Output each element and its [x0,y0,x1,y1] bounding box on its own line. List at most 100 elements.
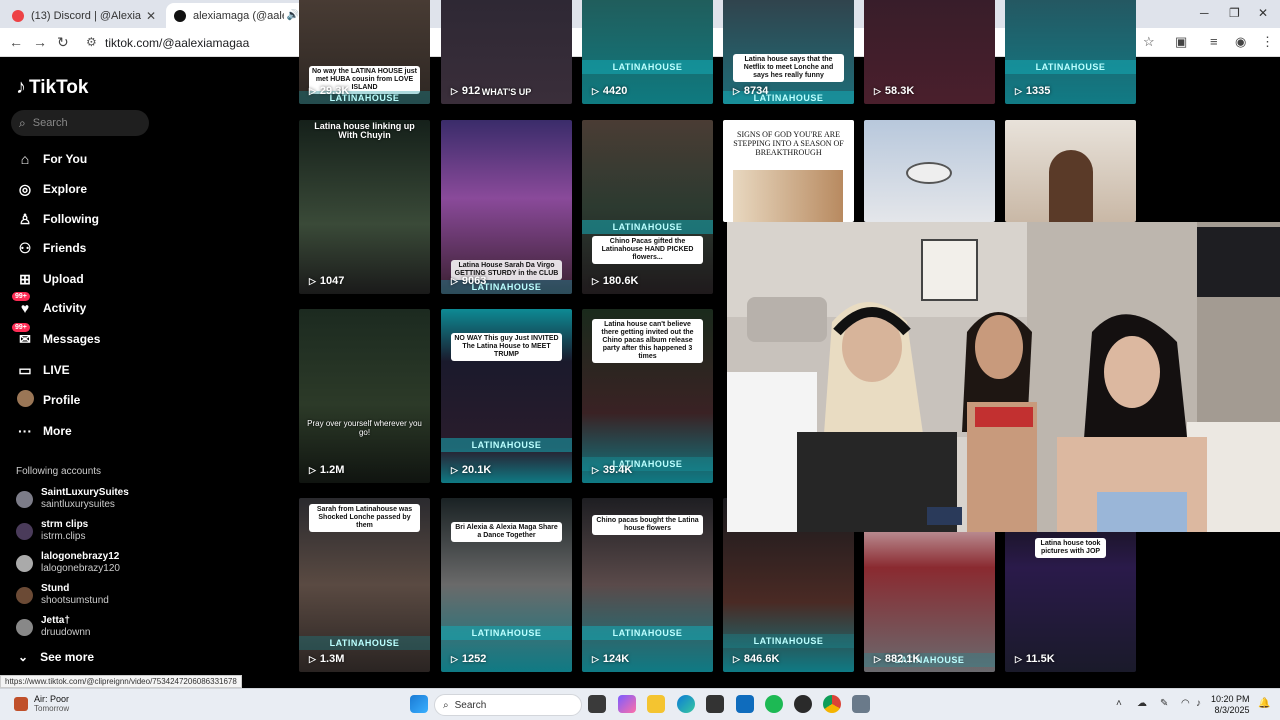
cloud-icon[interactable]: ☁ [1137,698,1147,709]
see-more-label: See more [40,650,95,664]
video-tile[interactable] [864,120,995,222]
video-tile[interactable]: SIGNS OF GOD YOU'RE ARE STEPPING INTO A … [723,120,854,222]
volume-icon[interactable]: ♪ [1196,698,1201,709]
video-caption: Latina house took pictures with JOP [1035,538,1106,558]
brand-label: LATINAHOUSE [1005,60,1136,74]
speaker-icon[interactable]: 🔊 [286,10,298,21]
nav-friends[interactable]: ⚇ Friends [16,237,87,259]
video-tile[interactable]: Latina house linking up With Chuyin ▷ 104… [299,120,430,294]
obs-icon[interactable] [794,695,812,713]
taskbar-search-label: Search [454,699,487,711]
brand-label: LATINAHOUSE [582,626,713,640]
video-caption: Chino Pacas gifted the Latinahouse HAND … [592,236,703,264]
close-window-button[interactable]: ✕ [1258,6,1268,20]
account-item[interactable]: Stund shootsumstund [16,583,109,607]
video-tile[interactable]: WHAT'S UP ▷ 912 [441,0,572,104]
video-tile[interactable]: LATINAHOUSE ▷ 4420 [582,0,713,104]
see-more-button[interactable]: ⌄ See more [18,650,94,664]
minimize-button[interactable]: ─ [1200,6,1209,20]
account-name: SaintLuxurySuites [41,487,129,498]
pen-icon[interactable]: ✎ [1160,698,1168,709]
search-icon: ⌕ [19,115,26,130]
video-caption: Latina house says that the Netflix to me… [733,54,844,82]
video-tile[interactable]: LATINAHOUSE Chino Pacas gifted the Latin… [582,120,713,294]
settings-icon[interactable] [852,695,870,713]
downloads-icon[interactable]: ≡ [1210,34,1218,49]
nav-live[interactable]: ▭ LIVE [16,359,69,381]
activity-icon: ♥ 99+ [12,292,34,316]
spotify-icon[interactable] [765,695,783,713]
tab-discord[interactable]: (13) Discord | @AlexiaMaga ✕ [4,3,164,28]
account-name: strm clips [41,519,89,530]
account-handle: saintluxurysuites [41,499,115,510]
video-tile[interactable] [1005,120,1136,222]
menu-icon[interactable]: ⋮ [1261,34,1274,50]
video-tile[interactable]: NO WAY This guy Just INVITED The Latina … [441,309,572,483]
chevron-up-icon[interactable]: ˄ [1116,698,1122,709]
account-item[interactable]: lalogonebrazy12 lalogonebrazy120 [16,551,120,575]
nav-messages[interactable]: ✉ 99+ Messages [12,322,100,350]
close-tab-icon[interactable]: ✕ [146,9,156,23]
wifi-icon[interactable]: ◠ [1181,698,1190,709]
nav-for-you[interactable]: ⌂ For You [16,148,87,170]
account-item[interactable]: SaintLuxurySuites saintluxurysuites [16,487,129,511]
nav-label: Profile [43,393,81,407]
outlook-icon[interactable] [736,695,754,713]
video-tile[interactable]: No way the LATINA HOUSE just met HUBA co… [299,0,430,104]
video-caption: SIGNS OF GOD YOU'RE ARE STEPPING INTO A … [733,130,844,157]
copilot-icon[interactable] [618,695,636,713]
file-explorer-icon[interactable] [647,695,665,713]
forward-icon[interactable]: → [33,34,47,50]
compass-icon: ◎ [18,180,32,197]
video-tile[interactable]: Sarah from Latinahouse was Shocked Lonch… [299,498,430,672]
site-info-icon[interactable]: ⚙ [86,35,97,49]
store-icon[interactable] [706,695,724,713]
weather-sub: Tomorrow [34,704,70,713]
search-box[interactable]: ⌕ [11,110,149,136]
windows-start-icon[interactable] [410,695,428,713]
profile-icon[interactable]: ◉ [1235,34,1246,50]
view-count: ▷ 39.4K [592,464,633,476]
reload-icon[interactable]: ↻ [57,34,69,51]
weather-widget[interactable]: Air: Poor Tomorrow [14,694,69,713]
tiktok-logo[interactable]: ♪ TikTok [16,76,88,99]
back-icon[interactable]: ← [9,34,23,50]
following-icon: ♙ [18,210,32,227]
brand-label: LATINAHOUSE [299,636,430,650]
video-tile[interactable]: Pray over yourself wherever you go! ▷ 1.2… [299,309,430,483]
task-view-icon[interactable] [588,695,606,713]
video-tile[interactable]: Bri Alexia & Alexia Maga Share a Dance T… [441,498,572,672]
account-item[interactable]: Jetta† druudownn [16,615,90,639]
video-tile[interactable]: ▷ 58.3K [864,0,995,104]
video-tile[interactable]: LATINAHOUSE ▷ 1335 [1005,0,1136,104]
restore-button[interactable]: ❐ [1229,6,1240,20]
notification-bell-icon[interactable]: 🔔 [1258,698,1270,709]
search-input[interactable] [32,117,133,129]
view-count: ▷ 124K [592,653,630,665]
nav-more[interactable]: ··· More [16,420,72,442]
taskbar-search[interactable]: ⌕ Search [434,694,582,716]
video-tile[interactable]: Latina house can't believe there getting… [582,309,713,483]
url-field[interactable]: tiktok.com/@aalexiamagaa [105,36,249,50]
account-name: Stund [41,583,70,594]
home-icon: ⌂ [20,151,30,167]
taskbar-clock[interactable]: 10:20 PM 8/3/2025 [1211,694,1250,716]
video-tile[interactable]: Latina House Sarah Da Virgo GETTING STUR… [441,120,572,294]
nav-profile[interactable]: Profile [16,389,80,411]
video-tile[interactable]: Chino pacas bought the Latina house flow… [582,498,713,672]
bookmark-star-icon[interactable]: ☆ [1143,34,1155,50]
jesus-image [733,170,843,222]
nav-following[interactable]: ♙ Following [16,208,99,230]
nav-explore[interactable]: ◎ Explore [16,178,87,200]
account-item[interactable]: strm clips istrm.clips [16,519,88,543]
video-tile[interactable]: Latina house says that the Netflix to me… [723,0,854,104]
search-icon: ⌕ [443,699,449,711]
edge-icon[interactable] [677,695,695,713]
view-count: ▷ 1.2M [309,464,345,476]
nav-activity[interactable]: ♥ 99+ Activity [12,292,86,319]
nav-label: For You [43,152,88,166]
sidepanel-icon[interactable]: ▣ [1175,34,1187,50]
nav-upload[interactable]: ⊞ Upload [16,268,84,290]
nav-label: Upload [43,272,84,286]
chrome-icon[interactable] [823,695,841,713]
